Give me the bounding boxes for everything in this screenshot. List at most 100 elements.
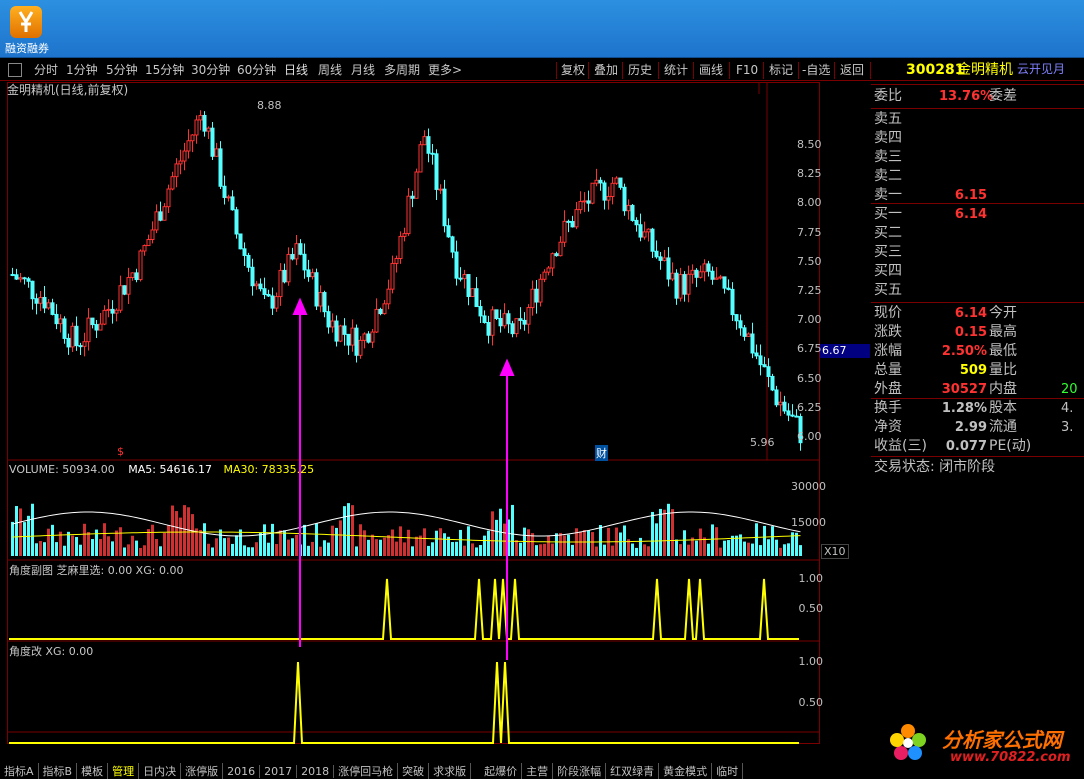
price-tick: 8.00 (797, 196, 822, 210)
low-label: 5.96 (750, 436, 775, 449)
volume-bar (327, 542, 330, 556)
tab-monthly[interactable]: 月线 (351, 62, 375, 79)
volume-bar (179, 517, 182, 556)
candle (354, 327, 359, 356)
volume-bar (255, 542, 258, 556)
volume-bar (535, 545, 538, 556)
volume-bar (39, 540, 42, 556)
volume-bar (751, 543, 754, 556)
candle (342, 325, 347, 335)
f10-button[interactable]: F10 (736, 62, 758, 79)
tab-15min[interactable]: 15分钟 (145, 62, 184, 79)
tab-weekly[interactable]: 周线 (318, 62, 342, 79)
margin-trading-button[interactable]: 融资融券 (4, 6, 49, 58)
overlay-button[interactable]: 叠加 (594, 62, 618, 79)
event-marker-s[interactable]: $ (117, 445, 124, 458)
candle (414, 171, 419, 199)
candle (434, 153, 439, 190)
history-button[interactable]: 历史 (628, 62, 652, 79)
volume-bar (679, 544, 682, 556)
tab-multi-period[interactable]: 多周期 (384, 62, 420, 79)
price-tick: 6.25 (797, 400, 822, 414)
stat-label: 换手 (874, 400, 902, 416)
candle (210, 127, 215, 157)
volume-bar (639, 537, 642, 556)
tab-30min[interactable]: 30分钟 (191, 62, 230, 79)
volume-bar (659, 508, 662, 556)
volume-bar (783, 544, 786, 556)
volume-bar (295, 534, 298, 556)
candle (70, 325, 75, 348)
candle (474, 288, 479, 308)
candle (374, 308, 379, 333)
candle (394, 258, 399, 264)
candle (42, 296, 47, 309)
candle (358, 339, 363, 356)
volume-bar (143, 545, 146, 556)
kline-chart[interactable]: 金明精机(日线,前复权) 8.88 5.96 6.67 $ 财 VOLUME: … (7, 82, 870, 760)
candle (138, 250, 143, 281)
candle (18, 277, 23, 280)
volume-bar (635, 547, 638, 556)
watchlist-button[interactable]: -自选 (802, 62, 830, 79)
candle (542, 271, 547, 280)
volume-bar (351, 505, 354, 556)
candle (218, 148, 223, 187)
candle (590, 182, 595, 204)
tab-minute[interactable]: 分时 (34, 62, 58, 79)
event-marker-finance[interactable]: 财 (595, 445, 608, 461)
volume-bar (203, 523, 206, 556)
candle (714, 277, 719, 280)
mark-button[interactable]: 标记 (769, 62, 793, 79)
candle (462, 274, 467, 280)
draw-line-button[interactable]: 画线 (699, 62, 723, 79)
volume-bar (163, 532, 166, 556)
volume-bar (559, 532, 562, 556)
volume-bar (343, 506, 346, 556)
bottom-tab[interactable]: 2016 (223, 765, 261, 778)
volume-bar (531, 533, 534, 556)
stats-button[interactable]: 统计 (664, 62, 688, 79)
volume-bar (79, 544, 82, 556)
candle (514, 318, 519, 335)
candle (86, 317, 91, 343)
tab-5min[interactable]: 5分钟 (106, 62, 138, 79)
tab-daily[interactable]: 日线 (284, 62, 308, 79)
volume-bar (243, 545, 246, 556)
tab-more[interactable]: 更多> (428, 62, 462, 79)
bottom-tab[interactable]: 2018 (297, 765, 335, 778)
back-button[interactable]: 返回 (840, 62, 864, 79)
volume-bar (719, 547, 722, 556)
stat-label-2: 最高 (989, 324, 1017, 340)
candle (238, 233, 243, 250)
adjust-button[interactable]: 复权 (561, 62, 585, 79)
candle (270, 295, 275, 309)
volume-bar (619, 532, 622, 556)
candle (158, 211, 163, 221)
candle (118, 285, 123, 311)
volume-bar (287, 539, 290, 556)
price-tick: 7.50 (797, 254, 822, 268)
volume-bar (263, 524, 266, 556)
candle (290, 253, 295, 260)
bottom-tab[interactable]: 2017 (260, 765, 298, 778)
volume-bar (707, 543, 710, 556)
candle (114, 309, 119, 314)
tab-60min[interactable]: 60分钟 (237, 62, 276, 79)
candle (498, 317, 503, 327)
stat-value: 1.28% (941, 401, 987, 416)
menu-toggle-icon[interactable] (8, 63, 22, 77)
sell-level-label: 卖五 (874, 111, 902, 127)
candle (410, 195, 415, 199)
volume-bar (403, 542, 406, 556)
candle (502, 313, 507, 327)
candle (426, 136, 431, 154)
tab-1min[interactable]: 1分钟 (66, 62, 98, 79)
candle (634, 219, 639, 226)
volume-bar (415, 536, 418, 556)
volume-bar (251, 547, 254, 556)
volume-bar (479, 545, 482, 556)
volume-bar (595, 546, 598, 556)
candle (510, 323, 515, 335)
volume-bar (787, 543, 790, 556)
